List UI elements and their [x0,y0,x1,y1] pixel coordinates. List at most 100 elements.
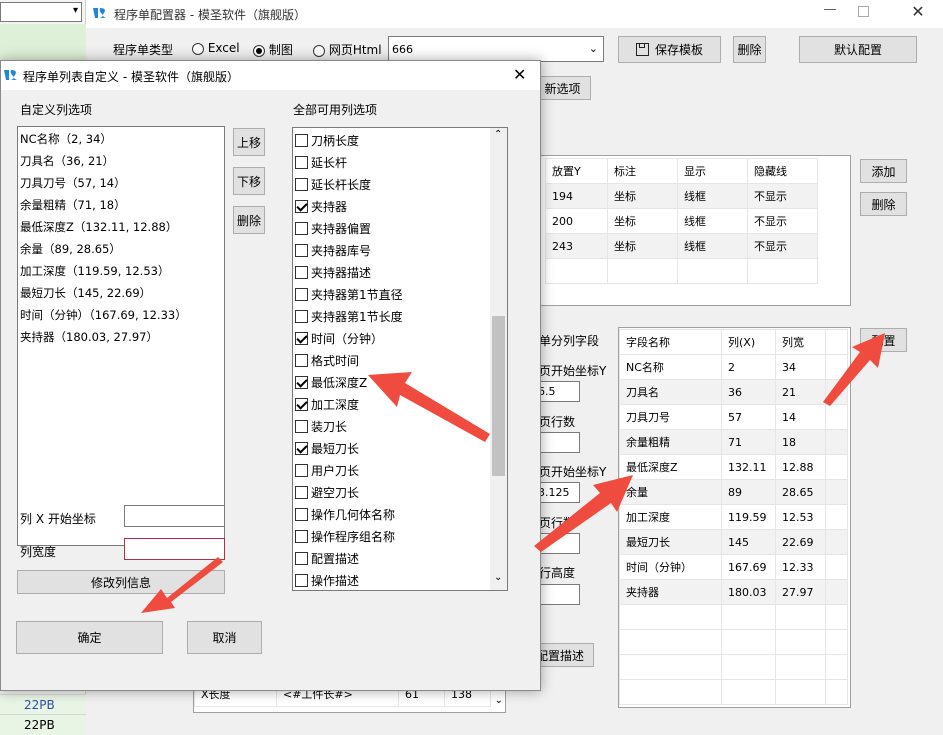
custom-column-item[interactable]: 最低深度Z（132.11, 12.88） [20,216,222,238]
background-combo[interactable]: ▾ [0,2,82,22]
custom-column-item[interactable]: 余量（89, 28.65） [20,238,222,260]
radio-html[interactable]: 网页Html [313,41,382,58]
checkbox-icon[interactable] [295,331,308,345]
table-row[interactable]: 刀具名 36 21 [619,379,848,405]
checkbox-icon[interactable] [295,485,308,499]
table-row[interactable]: 刀具刀号 57 14 [619,404,848,430]
move-up-button[interactable]: 上移 [233,128,265,156]
column-checkbox-item[interactable]: 时间（分钟） [293,327,489,349]
scroll-up-icon[interactable]: ⌃ [494,129,502,140]
add-button[interactable]: 添加 [860,159,907,183]
column-checkbox-item[interactable]: 夹持器库号 [293,239,489,261]
table-row[interactable]: 最低深度Z 132.11 12.88 [619,454,848,480]
delete-row-button[interactable]: 删除 [860,192,907,216]
column-checkbox-item[interactable]: 延长杆 [293,151,489,173]
custom-column-item[interactable]: 刀具名（36, 21） [20,150,222,172]
scroll-down-icon[interactable]: ⌄ [494,572,502,583]
all-columns-checklist[interactable]: 刀柄长度 延长杆 延长杆长度 夹持器 夹持器偏置 夹持器库号 夹持器描述 夹持器第1节直径 夹持… [292,127,508,591]
checkbox-icon[interactable] [295,507,308,521]
default-config-button[interactable]: 默认配置 [799,36,917,63]
checkbox-icon[interactable] [295,199,308,213]
checkbox-icon[interactable] [295,243,308,257]
custom-columns-list[interactable]: NC名称（2, 34） 刀具名（36, 21） 刀具刀号（57, 14） 余量粗精（7… [17,126,225,546]
column-checkbox-item[interactable]: 夹持器描述 [293,261,489,283]
custom-column-item[interactable]: 时间（分钟）（167.69, 12.33） [20,304,222,326]
ok-button[interactable]: 确定 [16,621,163,654]
column-checkbox-item[interactable]: 装刀长 [293,415,489,437]
column-checkbox-item[interactable]: 操作程序组名称 [293,525,489,547]
checkbox-icon[interactable] [295,353,308,367]
checkbox-icon[interactable] [295,133,308,147]
custom-column-item[interactable]: 余量粗精（71, 18） [20,194,222,216]
custom-column-item[interactable]: 加工深度（119.59, 12.53） [20,260,222,282]
close-icon[interactable]: ✕ [513,65,526,84]
column-checkbox-item[interactable]: 最低深度Z [293,371,489,393]
config-button[interactable]: 配置 [860,328,907,352]
new-option-button[interactable]: 新选项 [534,76,591,100]
table-row[interactable]: 时间（分钟） 167.69 12.33 [619,554,848,580]
checkbox-icon[interactable] [295,397,308,411]
custom-column-item[interactable]: 刀具刀号（57, 14） [20,172,222,194]
custom-column-item[interactable]: NC名称（2, 34） [20,128,222,150]
column-checkbox-item[interactable]: 延长杆长度 [293,173,489,195]
column-checkbox-item[interactable]: 夹持器 [293,195,489,217]
table-row[interactable]: 夹持器 180.03 27.97 [619,579,848,605]
col-width-field[interactable] [124,538,225,560]
close-icon[interactable]: ✕ [904,2,932,24]
table-row[interactable]: 加工深度 119.59 12.53 [619,504,848,530]
checkbox-icon[interactable] [295,221,308,235]
table-row[interactable]: 243 坐标 线框 不显示 [545,233,818,259]
checkbox-icon[interactable] [295,529,308,543]
checkbox-icon[interactable] [295,375,308,389]
delete-template-button[interactable]: 删除 [733,36,766,63]
column-checkbox-item[interactable]: 用户刀长 [293,459,489,481]
save-template-button[interactable]: 保存模板 [618,36,721,63]
checkbox-icon[interactable] [295,463,308,477]
side-list-item[interactable]: 22PB [0,714,86,735]
table-row[interactable]: 余量粗精 71 18 [619,429,848,455]
minimize-icon[interactable]: — [816,2,844,24]
custom-column-item[interactable]: 最短刀长（145, 22.69） [20,282,222,304]
column-checkbox-item[interactable]: 刀柄长度 [293,129,489,151]
column-checkbox-item[interactable]: 操作描述 [293,569,489,590]
checkbox-icon[interactable] [295,419,308,433]
maximize-icon[interactable] [858,6,869,17]
table-row[interactable]: 最短刀长 145 22.69 [619,529,848,555]
cancel-button[interactable]: 取消 [187,621,262,654]
modify-column-button[interactable]: 修改列信息 [17,570,225,594]
scroll-down-icon[interactable]: ⌄ [495,695,503,706]
table-row[interactable]: 余量 89 28.65 [619,479,848,505]
checkbox-icon[interactable] [295,573,308,587]
checkbox-icon[interactable] [295,177,308,191]
column-checkbox-item[interactable]: 操作几何体名称 [293,503,489,525]
radio-drawing[interactable]: 制图 [253,41,293,58]
checkbox-icon[interactable] [295,287,308,301]
side-list-item[interactable]: 22PB [0,694,86,714]
move-down-button[interactable]: 下移 [233,167,265,195]
delete-column-button[interactable]: 删除 [233,206,265,234]
column-checkbox-item[interactable]: 夹持器第1节直径 [293,283,489,305]
checkbox-icon[interactable] [295,441,308,455]
column-checkbox-item[interactable]: 夹持器第1节长度 [293,305,489,327]
checkbox-icon[interactable] [295,309,308,323]
column-checkbox-item[interactable]: 最短刀长 [293,437,489,459]
custom-column-item[interactable]: 夹持器（180.03, 27.97） [20,326,222,348]
scrollbar-thumb[interactable] [492,316,505,476]
table-row[interactable]: 194 坐标 线框 不显示 [545,183,818,209]
table-row[interactable]: NC名称 2 34 [619,354,848,380]
column-checkbox-item[interactable]: 加工深度 [293,393,489,415]
vertical-scrollbar[interactable]: ⌃ ⌄ [490,128,507,590]
checkbox-icon[interactable] [295,551,308,565]
checkbox-icon[interactable] [295,265,308,279]
column-checkbox-item[interactable]: 避空刀长 [293,481,489,503]
window-title: 程序单配置器 - 模圣软件（旗舰版） [114,8,306,22]
template-combo[interactable]: 666 ⌄ [388,36,604,62]
column-checkbox-item[interactable]: 夹持器偏置 [293,217,489,239]
column-checkbox-item[interactable]: 格式时间 [293,349,489,371]
checkbox-icon[interactable] [295,155,308,169]
table-row[interactable]: 200 坐标 线框 不显示 [545,208,818,234]
modify-column-label: 修改列信息 [90,575,151,590]
radio-excel[interactable]: Excel [192,41,240,55]
column-checkbox-item[interactable]: 配置描述 [293,547,489,569]
x-start-field[interactable] [124,505,225,527]
